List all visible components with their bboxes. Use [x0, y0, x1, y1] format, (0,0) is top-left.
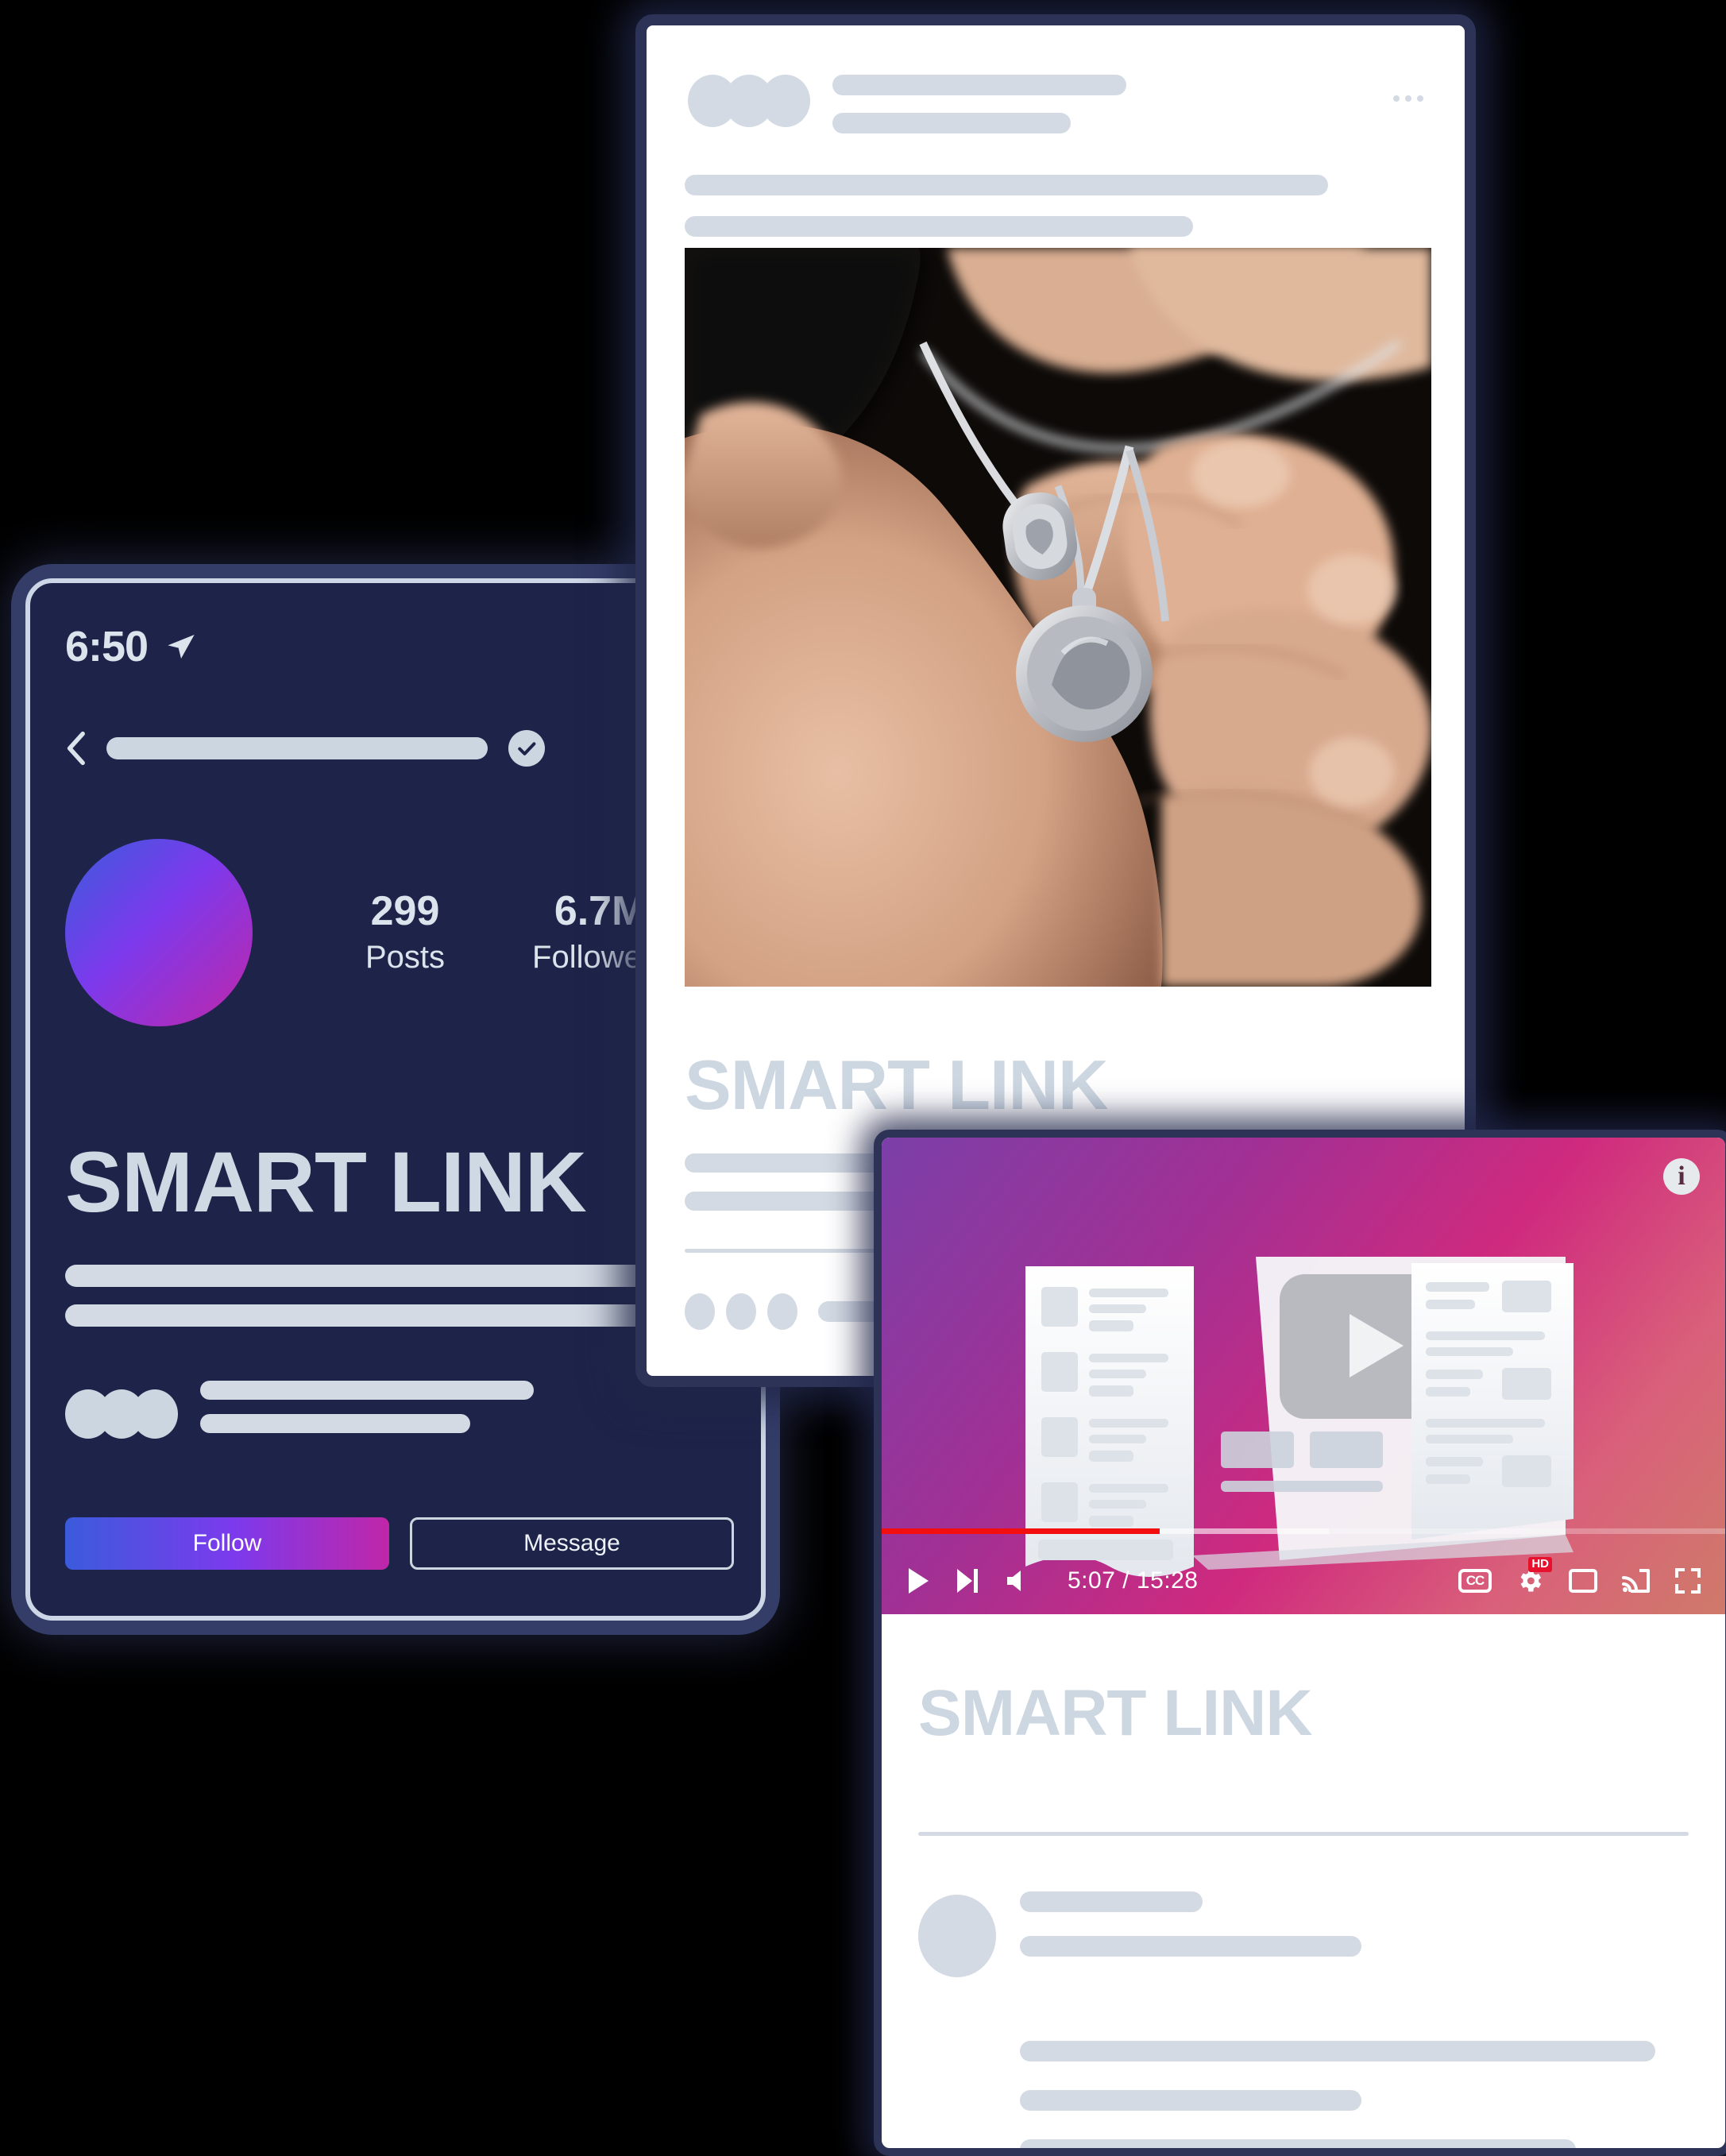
- progress-played: [882, 1528, 1160, 1534]
- status-bar-time: 6:50: [65, 623, 149, 670]
- fullscreen-icon[interactable]: [1674, 1567, 1701, 1594]
- stat-value: 299: [370, 888, 440, 935]
- volume-icon[interactable]: [1004, 1567, 1031, 1594]
- stat-value: 6.7M: [554, 888, 647, 935]
- followed-by-avatars: [65, 1389, 178, 1439]
- divider: [918, 1832, 1689, 1836]
- location-arrow-icon: [165, 631, 197, 663]
- profile-action-buttons: Follow Message: [65, 1517, 734, 1570]
- control-row: 5:07 / 15:28 CC HD: [882, 1555, 1725, 1606]
- chevron-left-icon[interactable]: [65, 731, 86, 766]
- message-button[interactable]: Message: [410, 1517, 734, 1570]
- video-player[interactable]: i 5:07 / 15:28 CC HD: [882, 1138, 1725, 1614]
- post-caption-placeholder: [685, 175, 1328, 257]
- settings-gear-icon[interactable]: HD: [1516, 1557, 1552, 1595]
- video-progress-bar[interactable]: [882, 1528, 1725, 1534]
- post-header: [688, 75, 1126, 151]
- youtube-video-card: i 5:07 / 15:28 CC HD SMART LINK: [874, 1130, 1726, 2156]
- closed-captions-icon[interactable]: CC: [1458, 1569, 1492, 1593]
- page-title: SMART LINK: [65, 1134, 587, 1230]
- hd-badge: HD: [1528, 1557, 1552, 1572]
- channel-name-placeholder: [1020, 1891, 1361, 1980]
- video-timestamp: 5:07 / 15:28: [1068, 1567, 1199, 1594]
- screenshot-stage: 6:50 299 Posts 6.7M Followers SMART LINK…: [0, 0, 1726, 2156]
- channel-avatar: [918, 1895, 996, 1977]
- post-photo: [685, 248, 1431, 987]
- post-reaction-avatars: [685, 1293, 797, 1330]
- control-row-right: CC HD: [1458, 1557, 1701, 1595]
- theater-mode-icon[interactable]: [1568, 1568, 1598, 1594]
- video-description-placeholder: [918, 2041, 1689, 2148]
- cast-icon[interactable]: [1622, 1568, 1651, 1594]
- info-icon[interactable]: i: [1663, 1158, 1700, 1195]
- video-controls: 5:07 / 15:28 CC HD: [882, 1511, 1725, 1614]
- stat-label: Posts: [365, 939, 446, 975]
- avatar: [65, 839, 253, 1026]
- post-avatar-stack: [688, 75, 810, 127]
- follow-button[interactable]: Follow: [65, 1517, 389, 1570]
- post-author-placeholder: [832, 75, 1126, 151]
- verified-check-icon: [508, 730, 545, 767]
- profile-meta-row: [65, 1381, 534, 1447]
- next-track-icon[interactable]: [955, 1567, 980, 1594]
- ellipsis-icon[interactable]: [1393, 95, 1423, 102]
- profile-name-placeholder: [106, 737, 488, 759]
- video-details: SMART LINK: [882, 1614, 1725, 2148]
- control-row-left: 5:07 / 15:28: [905, 1567, 1198, 1595]
- post-title: SMART LINK: [685, 1045, 1109, 1124]
- stat-posts[interactable]: 299 Posts: [365, 887, 445, 977]
- video-title: SMART LINK: [918, 1677, 1313, 1749]
- profile-meta-placeholder: [200, 1381, 534, 1447]
- play-icon[interactable]: [905, 1567, 931, 1595]
- video-channel-row: [918, 1891, 1689, 1980]
